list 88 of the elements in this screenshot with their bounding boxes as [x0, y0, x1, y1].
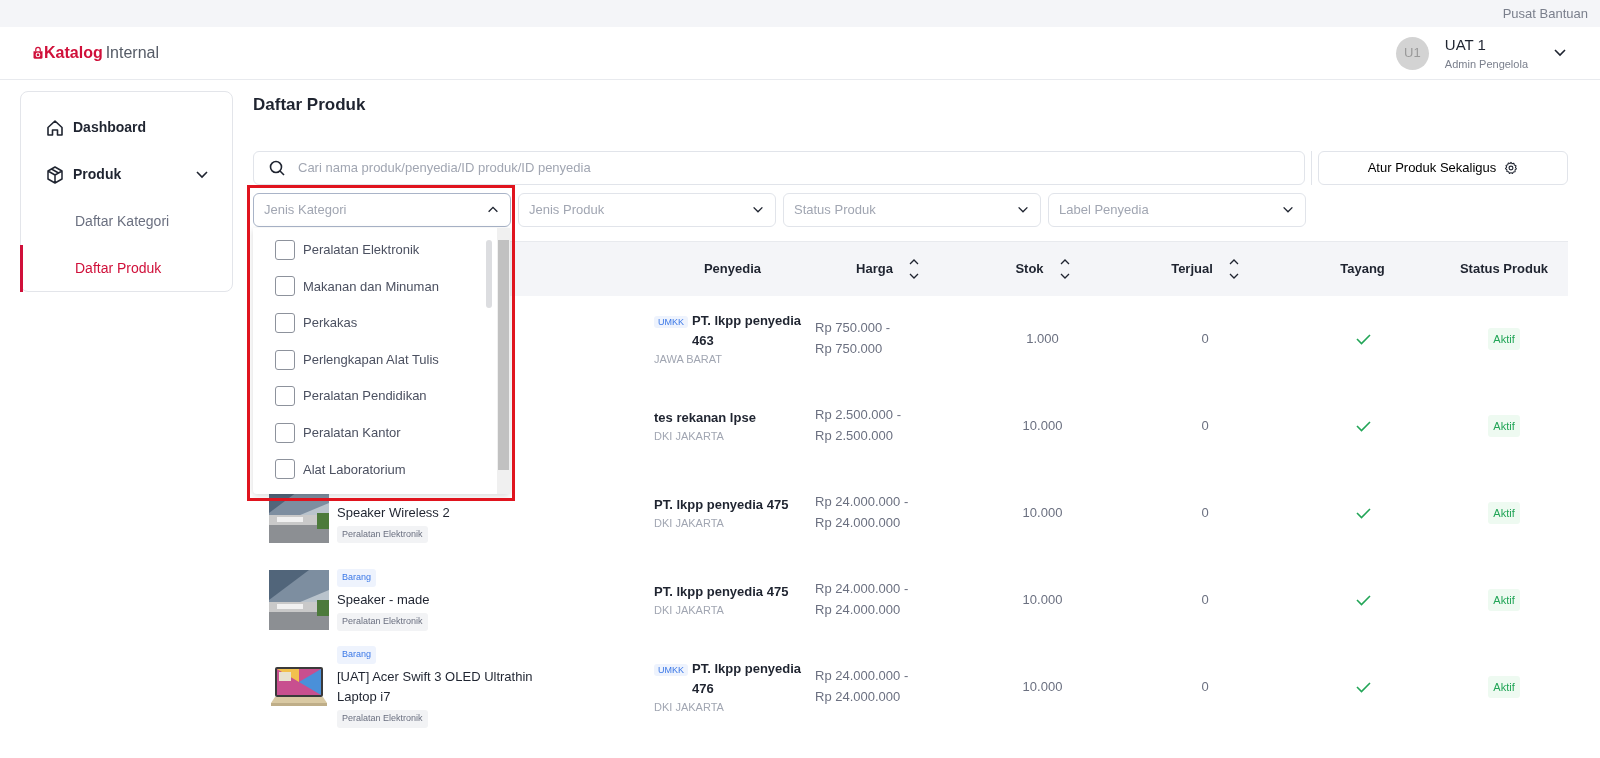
scroll-thumb[interactable] — [486, 239, 492, 308]
sidebar-item[interactable]: Dashboard — [21, 104, 232, 151]
user-role: Admin Pengelola — [1444, 57, 1528, 72]
category-option[interactable]: Perkakas — [253, 304, 510, 342]
checkbox[interactable] — [275, 386, 295, 407]
logo-subtitle: Internal — [105, 43, 160, 63]
checkbox[interactable] — [275, 422, 295, 443]
sidebar-item[interactable]: Produk — [21, 151, 232, 198]
vendor-region: DKI JAKARTA — [654, 515, 725, 531]
checkbox[interactable] — [275, 276, 295, 297]
column-header: Harga — [856, 259, 893, 278]
sort-icon[interactable] — [1059, 258, 1070, 279]
settings-icon — [1504, 160, 1519, 175]
umkk-badge: UMKK — [654, 663, 688, 676]
price-text: Rp 2.500.000 - — [815, 406, 902, 425]
user-avatar: U1 — [1395, 36, 1429, 70]
page-title: Daftar Produk — [253, 94, 367, 116]
checkbox[interactable] — [275, 239, 295, 260]
stock-value: 10.000 — [1022, 418, 1063, 434]
product-name[interactable]: [UAT] Acer Swift 3 OLED Ultrathin Laptop i7 — [337, 666, 537, 708]
price-text: Rp 24.000.000 — [815, 688, 902, 706]
checkbox[interactable] — [275, 459, 295, 480]
sold-value: 0 — [1201, 592, 1209, 608]
scrollbar[interactable] — [497, 227, 510, 494]
bulk-manage-button[interactable]: Atur Produk Sekaligus — [1318, 150, 1568, 185]
price-text: Rp 750.000 - — [815, 319, 892, 338]
user-name: UAT 1 — [1444, 34, 1487, 55]
price-text: Rp 24.000.000 — [815, 514, 902, 532]
stock-value: 10.000 — [1022, 679, 1063, 695]
status-tag: Aktif — [1488, 588, 1520, 612]
category-tag: Peralatan Elektronik — [337, 613, 428, 631]
price-text: Rp 2.500.000 — [815, 427, 895, 445]
help-link[interactable]: Pusat Bantuan — [1502, 3, 1588, 24]
search-field[interactable]: Cari nama produk/penyedia/ID produk/ID penyedia — [253, 150, 1305, 185]
product-type-tag: Barang — [337, 646, 377, 664]
column-header: Tayang — [1340, 259, 1385, 278]
status-tag: Aktif — [1488, 675, 1520, 699]
price-text: Rp 24.000.000 — [815, 601, 902, 619]
column-header: Terjual — [1171, 259, 1213, 278]
category-option[interactable]: Peralatan Elektronik — [253, 231, 510, 269]
vendor-region: DKI JAKARTA — [654, 602, 725, 618]
category-option[interactable]: Alat Laboratorium — [253, 451, 510, 488]
category-option[interactable]: Makanan dan Minuman — [253, 268, 510, 305]
sidebar-subitem[interactable]: Daftar Produk — [20, 245, 232, 292]
sort-icon[interactable] — [1228, 258, 1239, 279]
sold-value: 0 — [1201, 418, 1209, 434]
umkk-badge: UMKK — [654, 315, 688, 328]
vendor-name: PT. lkpp penyedia 476 — [692, 659, 803, 698]
sidebar-subitem[interactable]: Daftar Kategori — [21, 198, 232, 245]
stock-value: 1.000 — [1026, 331, 1059, 347]
sort-icon[interactable] — [908, 258, 919, 279]
status-tag: Aktif — [1488, 327, 1520, 351]
status-tag: Aktif — [1488, 501, 1520, 525]
column-header: Status Produk — [1459, 259, 1549, 278]
stock-value: 10.000 — [1022, 592, 1063, 608]
product-name[interactable]: Speaker - made — [337, 589, 430, 611]
vendor-name: PT. lkpp penyedia 475 — [654, 495, 790, 514]
vendor-name: PT. lkpp penyedia 463 — [692, 311, 803, 350]
box-icon — [45, 164, 65, 185]
price-text: Rp 24.000.000 - — [815, 667, 910, 686]
product-type-tag: Barang — [337, 569, 377, 587]
sold-value: 0 — [1201, 331, 1209, 347]
logo-bag-icon — [32, 46, 44, 60]
category-option[interactable]: Peralatan Kantor — [253, 414, 510, 452]
checkbox[interactable] — [275, 313, 295, 333]
vendor-region: DKI JAKARTA — [654, 699, 725, 715]
column-header: Stok — [1015, 259, 1044, 278]
product-name[interactable]: Speaker Wireless 2 — [337, 502, 450, 523]
column-header: Penyedia — [703, 259, 762, 278]
category-tag: Peralatan Elektronik — [337, 525, 428, 544]
price-text: Rp 24.000.000 - — [815, 493, 910, 512]
home-icon — [45, 117, 65, 138]
price-text: Rp 24.000.000 - — [815, 580, 910, 599]
vendor-name: PT. lkpp penyedia 475 — [654, 582, 790, 601]
sold-value: 0 — [1201, 505, 1209, 521]
sold-value: 0 — [1201, 679, 1209, 695]
category-tag: Peralatan Elektronik — [337, 710, 428, 728]
logo-text: Katalog — [44, 43, 103, 63]
status-tag: Aktif — [1488, 414, 1520, 438]
vendor-name: tes rekanan lpse — [654, 408, 757, 427]
stock-value: 10.000 — [1022, 505, 1063, 521]
search-icon — [269, 159, 285, 176]
category-option[interactable]: Peralatan Pendidikan — [253, 377, 510, 415]
category-option[interactable]: Perlengkapan Alat Tulis — [253, 341, 510, 378]
vendor-region: JAWA BARAT — [654, 351, 724, 367]
vendor-region: DKI JAKARTA — [654, 428, 725, 444]
price-text: Rp 750.000 — [815, 340, 884, 358]
checkbox[interactable] — [275, 349, 295, 370]
